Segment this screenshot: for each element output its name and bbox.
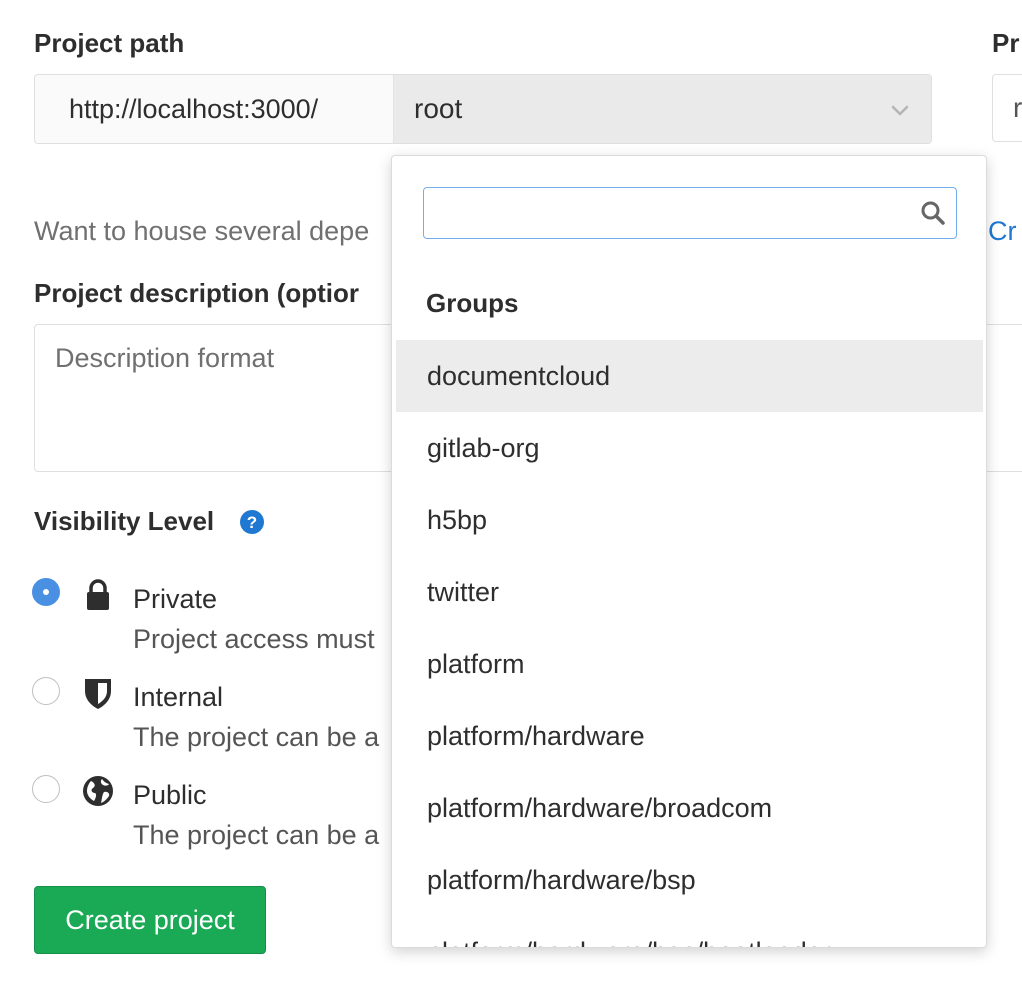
chevron-down-icon bbox=[891, 105, 909, 116]
create-project-button[interactable]: Create project bbox=[34, 886, 266, 954]
group-hint-text: Want to house several depe bbox=[34, 216, 370, 246]
visibility-private-title: Private bbox=[133, 584, 218, 614]
search-icon bbox=[921, 201, 945, 225]
visibility-internal-title: Internal bbox=[133, 682, 224, 712]
visibility-level-label: Visibility Level bbox=[34, 506, 215, 536]
dropdown-item[interactable]: platform/hardware/bsp bbox=[396, 844, 983, 916]
dropdown-group-list: documentcloud gitlab-org h5bp twitter pl… bbox=[396, 340, 983, 947]
dropdown-item[interactable]: documentcloud bbox=[396, 340, 983, 412]
project-path-label: Project path bbox=[34, 28, 185, 58]
project-name-label: Pr bbox=[992, 28, 1020, 58]
namespace-select-value: root bbox=[414, 93, 463, 124]
visibility-internal-radio[interactable] bbox=[32, 677, 60, 705]
project-path-prefix: http://localhost:3000/ bbox=[35, 75, 394, 143]
visibility-internal-description: The project can be a bbox=[133, 722, 380, 752]
shield-icon bbox=[85, 679, 111, 709]
namespace-select[interactable]: root bbox=[394, 75, 931, 143]
namespace-dropdown-menu: Groups documentcloud gitlab-org h5bp twi… bbox=[391, 155, 987, 948]
lock-icon bbox=[87, 579, 109, 610]
dropdown-groups-header: Groups bbox=[426, 288, 519, 318]
dropdown-item[interactable]: platform/hardware bbox=[396, 700, 983, 772]
dropdown-item[interactable]: platform bbox=[396, 628, 983, 700]
visibility-public-radio[interactable] bbox=[32, 775, 60, 803]
visibility-public-title: Public bbox=[133, 780, 207, 810]
project-description-label: Project description (optior bbox=[34, 278, 360, 308]
visibility-public-description: The project can be a bbox=[133, 820, 380, 850]
create-group-link[interactable]: Cr bbox=[988, 216, 1017, 247]
globe-icon bbox=[83, 776, 113, 806]
visibility-private-radio[interactable] bbox=[32, 578, 60, 606]
dropdown-search-input[interactable] bbox=[423, 187, 957, 239]
dropdown-item[interactable]: platform/hardware/bsp/bootloader bbox=[396, 916, 983, 947]
dropdown-item[interactable]: gitlab-org bbox=[396, 412, 983, 484]
dropdown-item[interactable]: twitter bbox=[396, 556, 983, 628]
svg-text:?: ? bbox=[247, 513, 257, 532]
project-path-input-group: http://localhost:3000/ root bbox=[34, 74, 932, 144]
dropdown-item[interactable]: h5bp bbox=[396, 484, 983, 556]
project-name-input[interactable]: r bbox=[992, 74, 1022, 142]
visibility-private-description: Project access must bbox=[133, 624, 375, 654]
dropdown-item[interactable]: platform/hardware/broadcom bbox=[396, 772, 983, 844]
help-icon[interactable]: ? bbox=[239, 509, 265, 535]
